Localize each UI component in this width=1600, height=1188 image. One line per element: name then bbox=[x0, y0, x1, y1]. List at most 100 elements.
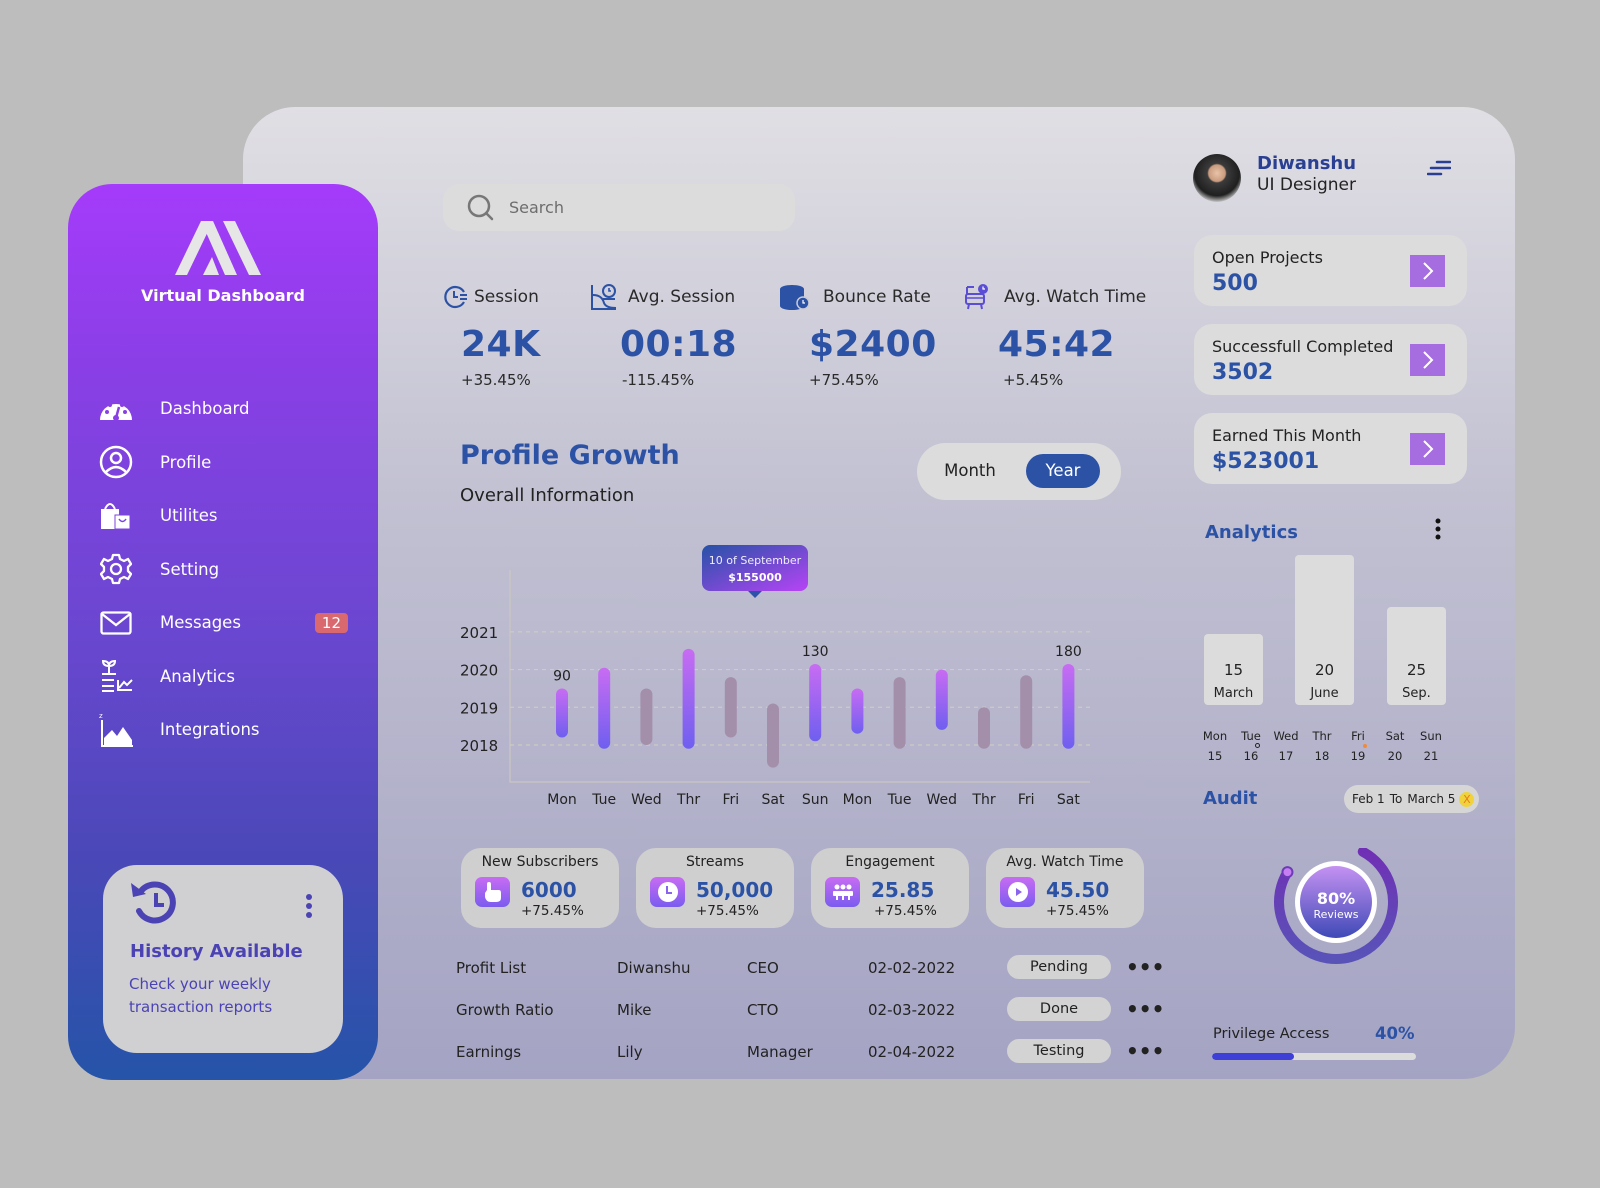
sidebar-item-label: Messages bbox=[160, 613, 241, 633]
brand-name: Virtual Dashboard bbox=[141, 286, 305, 305]
chart-bar[interactable] bbox=[598, 667, 611, 749]
analytics-bar[interactable]: 25 Sep. bbox=[1387, 607, 1446, 705]
status-badge[interactable]: Testing bbox=[1007, 1039, 1111, 1063]
stat-label: Bounce Rate bbox=[823, 287, 931, 307]
stat-label: Avg. Watch Time bbox=[1004, 287, 1147, 307]
more-horizontal-icon[interactable]: ••• bbox=[1126, 997, 1164, 1021]
database-clock-icon bbox=[780, 285, 809, 310]
toggle-year[interactable]: Year bbox=[1026, 454, 1100, 488]
sidebar-item-utilites[interactable]: Utilites bbox=[98, 489, 348, 543]
chart-bar[interactable] bbox=[1062, 663, 1075, 749]
day-date: 16 bbox=[1243, 749, 1259, 763]
info-card-open-projects: Open Projects 500 bbox=[1194, 235, 1467, 306]
user-name: Diwanshu bbox=[1257, 153, 1357, 174]
day-name: Tue bbox=[1241, 729, 1261, 743]
earned-arrow-button[interactable] bbox=[1410, 433, 1445, 465]
stat-change: +5.45% bbox=[1003, 371, 1064, 389]
mini-card-engagement[interactable]: Engagement 25.85 +75.45% bbox=[811, 848, 969, 928]
chart-bar[interactable] bbox=[978, 707, 990, 749]
chart-bar[interactable] bbox=[1020, 675, 1033, 749]
day-date: 19 bbox=[1350, 749, 1366, 763]
table-row: Profit List Diwanshu CEO 02-02-2022 Pend… bbox=[456, 955, 1164, 985]
stat-value: 24K bbox=[461, 324, 541, 365]
chart-bar[interactable] bbox=[809, 663, 822, 742]
reviews-gauge: 80% Reviews bbox=[1274, 848, 1398, 964]
mini-card-change: +75.45% bbox=[521, 903, 584, 919]
day-mon[interactable]: Mon 15 bbox=[1198, 726, 1232, 766]
active-day-indicator bbox=[1255, 743, 1260, 748]
more-horizontal-icon[interactable]: ••• bbox=[1126, 955, 1164, 979]
date-range-chip[interactable]: Feb 1 To March 5 X bbox=[1344, 785, 1479, 813]
info-card-completed: Successfull Completed 3502 bbox=[1194, 324, 1467, 395]
sidebar-item-analytics[interactable]: Analytics bbox=[98, 650, 348, 704]
sidebar-item-profile[interactable]: Profile bbox=[98, 436, 348, 490]
x-tick-label: Wed bbox=[631, 792, 662, 808]
day-thr[interactable]: Thr 18 bbox=[1305, 726, 1339, 766]
day-sat[interactable]: Sat 20 bbox=[1378, 726, 1412, 766]
history-description: Check your weekly transaction reports bbox=[129, 975, 273, 1016]
stat-label: Avg. Session bbox=[628, 287, 736, 307]
day-name: Thr bbox=[1312, 729, 1332, 743]
sidebar-item-messages[interactable]: Messages 12 bbox=[98, 596, 348, 650]
privilege-progress-fill bbox=[1212, 1053, 1294, 1060]
date-to-label: To bbox=[1389, 792, 1403, 806]
gauge-label: Reviews bbox=[1314, 908, 1359, 921]
sidebar-item-integrations[interactable]: z Integrations bbox=[98, 703, 348, 757]
search-input[interactable] bbox=[509, 198, 749, 217]
info-card-label: Open Projects bbox=[1212, 248, 1323, 267]
clear-date-button[interactable]: X bbox=[1459, 791, 1475, 807]
day-sun[interactable]: Sun 21 bbox=[1414, 726, 1448, 766]
date-from: Feb 1 bbox=[1352, 792, 1385, 806]
row-name: Growth Ratio bbox=[456, 1001, 554, 1019]
x-tick-label: Sat bbox=[762, 792, 785, 808]
stat-session: Session 24K +35.45% bbox=[444, 284, 541, 389]
mini-card-title: New Subscribers bbox=[481, 854, 599, 870]
chart-bar[interactable] bbox=[724, 677, 737, 738]
more-horizontal-icon[interactable]: ••• bbox=[1126, 1039, 1164, 1063]
open-projects-arrow-button[interactable] bbox=[1410, 255, 1445, 287]
x-tick-label: Fri bbox=[722, 792, 739, 808]
bar-data-label: 90 bbox=[553, 668, 571, 684]
sidebar-item-setting[interactable]: Setting bbox=[98, 543, 348, 597]
history-card[interactable]: History Available Check your weekly tran… bbox=[103, 865, 343, 1053]
mini-card-streams[interactable]: Streams 50,000 +75.45% bbox=[636, 848, 794, 928]
chart-bar[interactable] bbox=[640, 688, 653, 745]
day-wed[interactable]: Wed 17 bbox=[1269, 726, 1303, 766]
completed-arrow-button[interactable] bbox=[1410, 344, 1445, 376]
stat-value: 00:18 bbox=[620, 324, 738, 365]
x-tick-label: Sat bbox=[1057, 792, 1080, 808]
menu-icon[interactable] bbox=[1427, 160, 1451, 176]
user-role: UI Designer bbox=[1257, 175, 1357, 195]
chart-bar[interactable] bbox=[851, 688, 864, 734]
chart-bar[interactable] bbox=[682, 648, 695, 749]
mini-card-title: Avg. Watch Time bbox=[1006, 854, 1124, 870]
brand-logo bbox=[175, 221, 261, 275]
bar-data-label: 130 bbox=[802, 644, 829, 660]
analytics-bar[interactable]: 15 March bbox=[1204, 634, 1263, 705]
envelope-icon bbox=[98, 606, 134, 640]
day-date: 18 bbox=[1314, 749, 1330, 763]
day-fri[interactable]: Fri 19 bbox=[1341, 726, 1375, 766]
chart-bar[interactable] bbox=[556, 688, 568, 738]
more-vertical-icon[interactable] bbox=[1434, 518, 1442, 542]
sidebar-item-dashboard[interactable]: Dashboard bbox=[98, 382, 348, 436]
chart-bar[interactable] bbox=[935, 669, 948, 730]
status-badge[interactable]: Done bbox=[1007, 997, 1111, 1021]
search-bar[interactable] bbox=[443, 184, 795, 231]
analytics-bar[interactable]: 20 June bbox=[1295, 555, 1354, 705]
more-vertical-icon[interactable] bbox=[305, 893, 313, 919]
audit-title: Audit bbox=[1203, 788, 1258, 809]
chevron-right-icon bbox=[1422, 351, 1433, 369]
avatar[interactable] bbox=[1193, 154, 1241, 202]
chart-bar[interactable] bbox=[893, 677, 906, 749]
gear-icon bbox=[98, 552, 134, 586]
toggle-month[interactable]: Month bbox=[933, 454, 1007, 488]
mini-card-avg-watch-time[interactable]: Avg. Watch Time 45.50 +75.45% bbox=[986, 848, 1144, 928]
mini-card-new-subscribers[interactable]: New Subscribers 6000 +75.45% bbox=[461, 848, 619, 928]
play-icon bbox=[1000, 877, 1035, 907]
day-tue[interactable]: Tue 16 bbox=[1234, 720, 1268, 772]
chart-bar[interactable] bbox=[767, 703, 779, 768]
status-badge[interactable]: Pending bbox=[1007, 955, 1111, 979]
y-tick-label: 2021 bbox=[460, 624, 498, 642]
sidebar-item-label: Utilites bbox=[160, 506, 218, 526]
